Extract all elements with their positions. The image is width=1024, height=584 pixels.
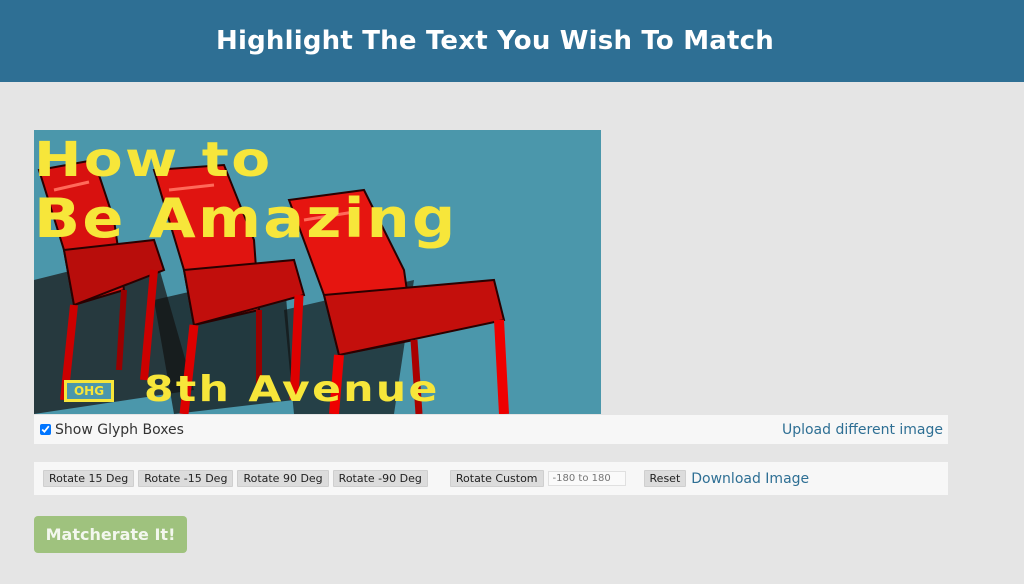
image-bottom-text: 8th Avenue bbox=[144, 369, 440, 410]
show-glyph-boxes-label[interactable]: Show Glyph Boxes bbox=[55, 422, 184, 438]
rotate-custom-button[interactable]: Rotate Custom bbox=[449, 470, 544, 487]
ohg-logo: OHG bbox=[64, 380, 114, 402]
show-glyph-boxes-checkbox[interactable] bbox=[40, 424, 51, 435]
upload-different-image-link[interactable]: Upload different image bbox=[782, 422, 943, 438]
rotate-neg15-button[interactable]: Rotate -15 Deg bbox=[138, 470, 234, 487]
glyph-options-row: Show Glyph Boxes Upload different image bbox=[34, 415, 948, 444]
page-header: Highlight The Text You Wish To Match bbox=[0, 0, 1024, 82]
image-title-line-1: How to bbox=[34, 132, 273, 188]
rotate-custom-input[interactable] bbox=[547, 471, 626, 486]
rotate-90-button[interactable]: Rotate 90 Deg bbox=[237, 470, 329, 487]
matcherate-button[interactable]: Matcherate It! bbox=[34, 516, 187, 553]
ohg-logo-text: OHG bbox=[67, 383, 111, 399]
reset-button[interactable]: Reset bbox=[643, 470, 687, 487]
page-title: Highlight The Text You Wish To Match bbox=[216, 26, 774, 56]
rotate-toolbar: Rotate 15 Deg Rotate -15 Deg Rotate 90 D… bbox=[34, 462, 948, 495]
image-title-line-2: Be Amazing bbox=[34, 187, 458, 250]
uploaded-image[interactable]: How to Be Amazing OHG 8th Avenue bbox=[34, 130, 601, 414]
rotate-neg90-button[interactable]: Rotate -90 Deg bbox=[332, 470, 428, 487]
rotate-15-button[interactable]: Rotate 15 Deg bbox=[43, 470, 135, 487]
download-image-link[interactable]: Download Image bbox=[691, 471, 809, 487]
glyph-checkbox-group: Show Glyph Boxes bbox=[40, 422, 184, 438]
